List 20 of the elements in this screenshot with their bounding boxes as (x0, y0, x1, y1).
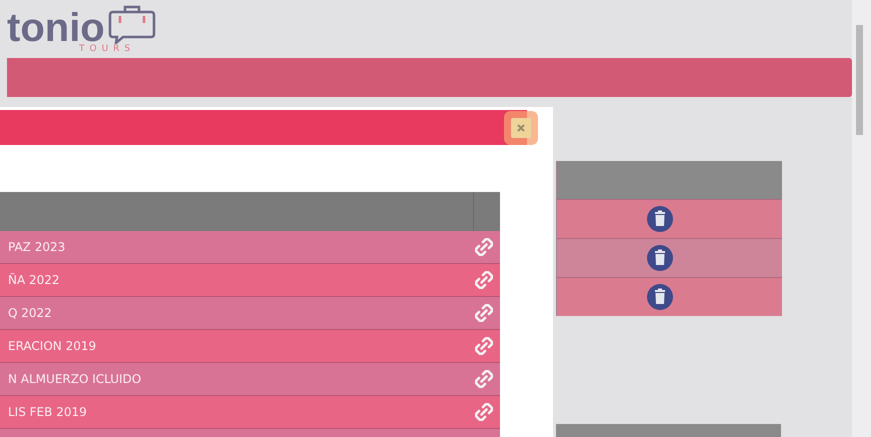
link-icon[interactable] (475, 370, 493, 388)
close-icon (516, 122, 526, 132)
scrollbar[interactable] (852, 0, 871, 437)
trash-icon[interactable] (646, 284, 672, 310)
table-cell: Q 2022 (8, 306, 52, 320)
trash-icon[interactable] (646, 245, 672, 271)
logo-tagline: TOURS (79, 44, 136, 54)
table-cell: ÑA 2022 (8, 273, 60, 287)
link-icon[interactable] (475, 271, 493, 289)
table-cell: N ALMUERZO ICLUIDO (8, 372, 142, 386)
trash-icon[interactable] (646, 206, 672, 232)
table-cell: ERACION 2019 (8, 339, 96, 353)
close-button[interactable] (511, 118, 531, 138)
table-cell: LIS FEB 2019 (8, 405, 87, 419)
link-icon[interactable] (475, 304, 493, 322)
link-icon[interactable] (475, 337, 493, 355)
suitcase-speech-bubble-icon (106, 4, 157, 44)
link-icon[interactable] (475, 403, 493, 421)
link-icon[interactable] (475, 238, 493, 256)
table-cell: PAZ 2023 (8, 240, 66, 254)
